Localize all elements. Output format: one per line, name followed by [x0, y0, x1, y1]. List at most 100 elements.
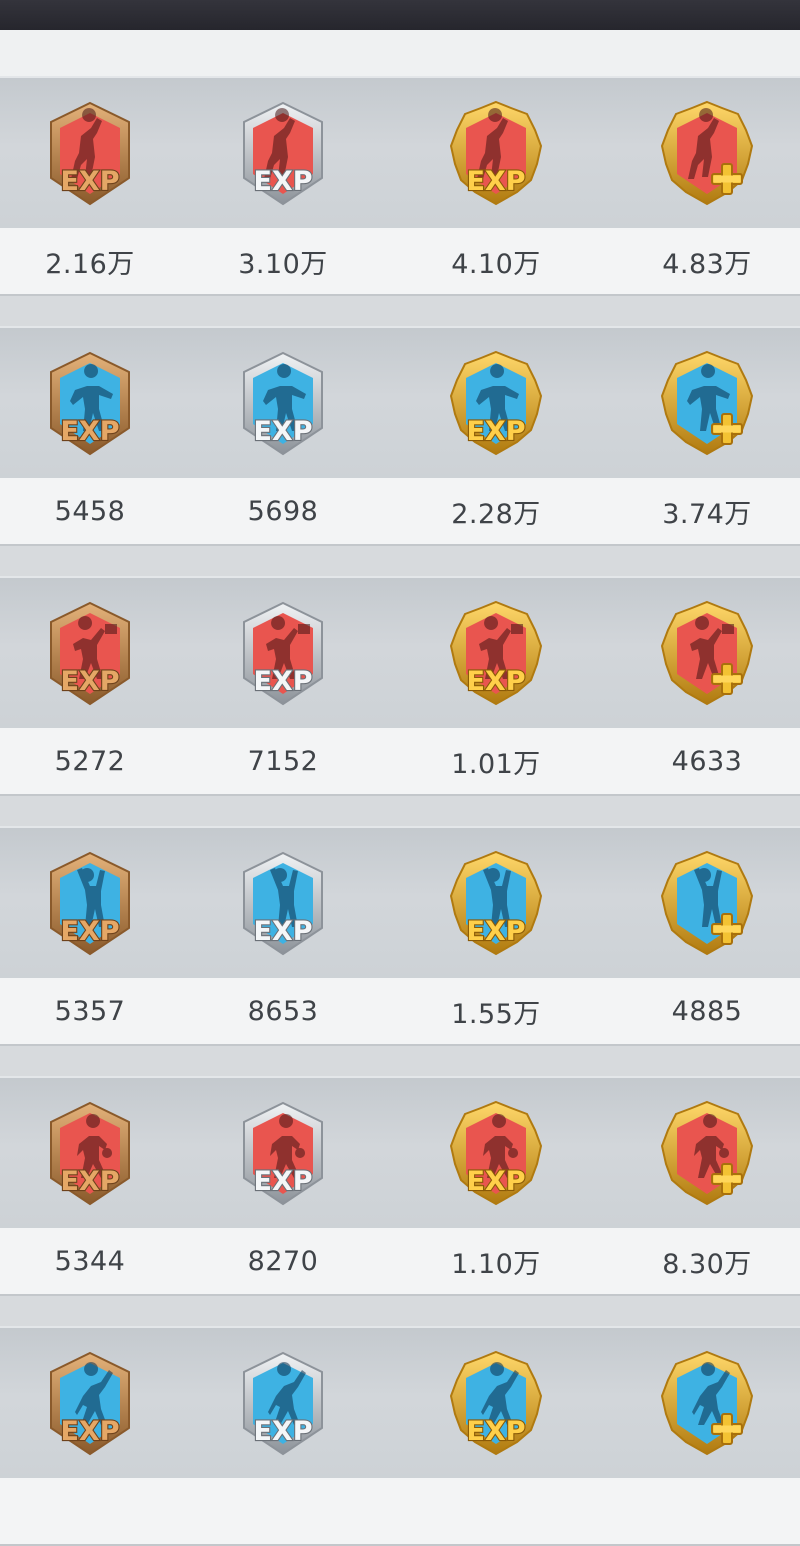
- bronze-exp-badge-icon: EXP: [50, 351, 130, 456]
- exp-card-bronze[interactable]: EXP: [0, 328, 190, 480]
- exp-value: 7152: [247, 745, 319, 777]
- exp-card-gold-plus[interactable]: [607, 328, 800, 480]
- silver-exp-badge-icon: EXP: [243, 1101, 323, 1206]
- gold-plus-exp-badge-icon: [660, 100, 754, 206]
- exp-card-bronze[interactable]: EXP: [0, 78, 190, 230]
- exp-value: 5272: [54, 745, 126, 777]
- exp-card-row: EXP EXP EXP 2.16万 3.10万 4.10万 4.83万: [0, 76, 800, 296]
- exp-value: 3.74万: [662, 498, 752, 530]
- exp-card-row: EXP EXP EXP 5357 8653 1.55万 4885: [0, 826, 800, 1046]
- exp-value: 8.30万: [662, 1248, 752, 1280]
- gold-plus-exp-badge-icon: [660, 350, 754, 456]
- exp-card-gold-plus[interactable]: [607, 78, 800, 230]
- exp-card-row: EXP EXP EXP: [0, 1326, 800, 1546]
- exp-card-gold[interactable]: EXP: [396, 828, 596, 980]
- exp-label: EXP: [60, 166, 119, 197]
- value-band: 5272 7152 1.01万 4633: [0, 728, 800, 796]
- gold-plus-exp-badge-icon: [660, 1100, 754, 1206]
- exp-card-gold-plus[interactable]: [607, 1328, 800, 1480]
- exp-card-gold[interactable]: EXP: [396, 1078, 596, 1230]
- exp-label: EXP: [60, 916, 119, 947]
- exp-card-row: EXP EXP EXP 5458 5698 2.28万 3.74万: [0, 326, 800, 546]
- exp-value: 5458: [54, 495, 126, 527]
- gold-exp-badge-icon: EXP: [449, 600, 543, 706]
- exp-label: EXP: [466, 666, 525, 697]
- bronze-exp-badge-icon: EXP: [50, 601, 130, 706]
- exp-value: 1.10万: [451, 1248, 541, 1280]
- status-bar: [0, 0, 800, 30]
- exp-card-silver[interactable]: EXP: [183, 828, 383, 980]
- silver-exp-badge-icon: EXP: [243, 101, 323, 206]
- gold-exp-badge-icon: EXP: [449, 350, 543, 456]
- exp-label: EXP: [253, 666, 312, 697]
- exp-card-gold[interactable]: EXP: [396, 328, 596, 480]
- exp-card-silver[interactable]: EXP: [183, 1078, 383, 1230]
- exp-value: 4.83万: [662, 248, 752, 280]
- exp-value: 3.10万: [238, 248, 328, 280]
- value-band: 5344 8270 1.10万 8.30万: [0, 1228, 800, 1296]
- gold-plus-exp-badge-icon: [660, 1350, 754, 1456]
- exp-value: 8270: [247, 1245, 319, 1277]
- silver-exp-badge-icon: EXP: [243, 601, 323, 706]
- exp-label: EXP: [253, 166, 312, 197]
- exp-label: EXP: [466, 1166, 525, 1197]
- exp-label: EXP: [60, 1416, 119, 1447]
- exp-value: 1.55万: [451, 998, 541, 1030]
- badge-band: EXP EXP EXP: [0, 826, 800, 980]
- exp-label: EXP: [253, 416, 312, 447]
- exp-label: EXP: [60, 666, 119, 697]
- exp-value: 1.01万: [451, 748, 541, 780]
- exp-label: EXP: [60, 1166, 119, 1197]
- badge-band: EXP EXP EXP: [0, 1326, 800, 1480]
- exp-label: EXP: [466, 416, 525, 447]
- bronze-exp-badge-icon: EXP: [50, 101, 130, 206]
- exp-label: EXP: [60, 416, 119, 447]
- value-band: 5458 5698 2.28万 3.74万: [0, 478, 800, 546]
- exp-value: 4.10万: [451, 248, 541, 280]
- exp-card-silver[interactable]: EXP: [183, 78, 383, 230]
- silver-exp-badge-icon: EXP: [243, 351, 323, 456]
- exp-value: 5344: [54, 1245, 126, 1277]
- gold-plus-exp-badge-icon: [660, 600, 754, 706]
- badge-band: EXP EXP EXP: [0, 326, 800, 480]
- bronze-exp-badge-icon: EXP: [50, 851, 130, 956]
- exp-value: 5357: [54, 995, 126, 1027]
- exp-card-bronze[interactable]: EXP: [0, 1078, 190, 1230]
- exp-card-gold-plus[interactable]: [607, 578, 800, 730]
- exp-card-bronze[interactable]: EXP: [0, 578, 190, 730]
- exp-card-gold-plus[interactable]: [607, 828, 800, 980]
- exp-label: EXP: [253, 1166, 312, 1197]
- silver-exp-badge-icon: EXP: [243, 1351, 323, 1456]
- exp-card-row: EXP EXP EXP 5272 7152 1.01万 4633: [0, 576, 800, 796]
- exp-card-gold[interactable]: EXP: [396, 1328, 596, 1480]
- exp-value: 2.16万: [45, 248, 135, 280]
- exp-card-gold[interactable]: EXP: [396, 78, 596, 230]
- value-band: [0, 1478, 800, 1546]
- bronze-exp-badge-icon: EXP: [50, 1101, 130, 1206]
- header-strip: [0, 30, 800, 77]
- badge-band: EXP EXP EXP: [0, 576, 800, 730]
- exp-card-bronze[interactable]: EXP: [0, 1328, 190, 1480]
- exp-value: 4633: [671, 745, 743, 777]
- exp-label: EXP: [253, 916, 312, 947]
- exp-card-row: EXP EXP EXP 5344 8270 1.10万 8.30万: [0, 1076, 800, 1296]
- exp-card-silver[interactable]: EXP: [183, 578, 383, 730]
- exp-value: 4885: [671, 995, 743, 1027]
- exp-value: 2.28万: [451, 498, 541, 530]
- exp-card-bronze[interactable]: EXP: [0, 828, 190, 980]
- gold-plus-exp-badge-icon: [660, 850, 754, 956]
- badge-band: EXP EXP EXP: [0, 1076, 800, 1230]
- value-band: 5357 8653 1.55万 4885: [0, 978, 800, 1046]
- exp-label: EXP: [466, 1416, 525, 1447]
- badge-band: EXP EXP EXP: [0, 76, 800, 230]
- gold-exp-badge-icon: EXP: [449, 850, 543, 956]
- gold-exp-badge-icon: EXP: [449, 100, 543, 206]
- exp-card-silver[interactable]: EXP: [183, 328, 383, 480]
- exp-card-gold[interactable]: EXP: [396, 578, 596, 730]
- gold-exp-badge-icon: EXP: [449, 1100, 543, 1206]
- exp-card-gold-plus[interactable]: [607, 1078, 800, 1230]
- bronze-exp-badge-icon: EXP: [50, 1351, 130, 1456]
- silver-exp-badge-icon: EXP: [243, 851, 323, 956]
- value-band: 2.16万 3.10万 4.10万 4.83万: [0, 228, 800, 296]
- exp-card-silver[interactable]: EXP: [183, 1328, 383, 1480]
